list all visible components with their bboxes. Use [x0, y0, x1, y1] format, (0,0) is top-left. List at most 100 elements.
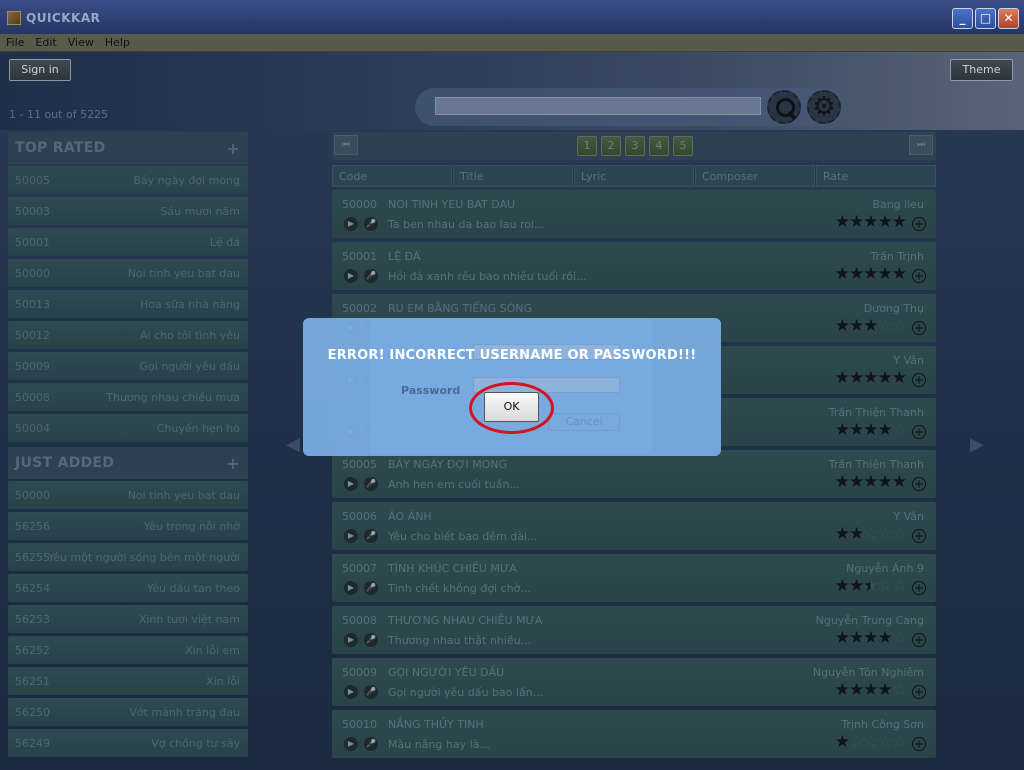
list-item[interactable]: 50004 Chuyến hẹn hò: [8, 414, 248, 442]
theme-button[interactable]: Theme: [950, 59, 1013, 81]
list-item[interactable]: 50012 Ai cho tôi tình yêu: [8, 321, 248, 349]
add-icon[interactable]: +: [912, 373, 926, 387]
mic-icon[interactable]: 🎤: [364, 685, 378, 699]
mic-icon[interactable]: 🎤: [364, 633, 378, 647]
next-arrow-icon[interactable]: ▶: [970, 434, 984, 455]
play-icon[interactable]: ▶: [344, 737, 358, 751]
mic-icon[interactable]: 🎤: [364, 477, 378, 491]
mic-icon[interactable]: 🎤: [364, 737, 378, 751]
add-icon[interactable]: +: [912, 321, 926, 335]
menu-help[interactable]: Help: [99, 34, 135, 49]
table-row[interactable]: 50005 Bảy ngày đợi mong Anh hen em cuối tu…: [332, 450, 936, 498]
rating-stars[interactable]: ★★★★★: [835, 369, 907, 387]
plus-icon[interactable]: +: [226, 454, 240, 473]
plus-icon[interactable]: +: [226, 139, 240, 158]
song-title: Lệ đá: [209, 236, 240, 249]
list-item[interactable]: 56251 Xin lỗi: [8, 667, 248, 695]
page-button[interactable]: 4: [649, 136, 669, 156]
list-item[interactable]: 50005 Bảy ngày đợi mong: [8, 166, 248, 194]
mic-icon[interactable]: 🎤: [364, 217, 378, 231]
mic-icon[interactable]: 🎤: [364, 269, 378, 283]
list-item[interactable]: 56255 Yêu một người sống bên một người: [8, 543, 248, 571]
rating-stars[interactable]: ★★★★★: [835, 213, 907, 231]
play-icon[interactable]: ▶: [344, 269, 358, 283]
play-icon[interactable]: ▶: [344, 633, 358, 647]
table-row[interactable]: 50000 Noi tinh yeu bat dau Ta ben nhau da …: [332, 190, 936, 238]
add-icon[interactable]: +: [912, 477, 926, 491]
prev-arrow-icon[interactable]: ◀: [286, 434, 300, 455]
menu-edit[interactable]: Edit: [29, 34, 61, 49]
list-item[interactable]: 56249 Vợ chồng tư sây: [8, 729, 248, 757]
play-icon[interactable]: ▶: [344, 581, 358, 595]
play-icon[interactable]: ▶: [344, 529, 358, 543]
rating-stars[interactable]: ★★☆☆☆: [835, 525, 907, 543]
gear-icon[interactable]: ⚙: [807, 90, 841, 124]
add-icon[interactable]: +: [912, 737, 926, 751]
list-item[interactable]: 50001 Lệ đá: [8, 228, 248, 256]
list-item[interactable]: 56256 Yêu trong nỗi nhớ: [8, 512, 248, 540]
list-item[interactable]: 50000 Noi tinh yeu bat dau: [8, 481, 248, 509]
maximize-button[interactable]: □: [975, 8, 996, 29]
column-lyric[interactable]: Lyric: [574, 165, 694, 187]
add-icon[interactable]: +: [912, 217, 926, 231]
song-title: Ảo ảnh: [388, 510, 432, 523]
rating-stars[interactable]: ★★★★★: [835, 473, 907, 491]
table-row[interactable]: 50007 Tình khúc chiều mưa Tình chết không …: [332, 554, 936, 602]
column-code[interactable]: Code: [332, 165, 452, 187]
table-row[interactable]: 50010 Nắng thủy tinh Màu nắng hay là... Trị…: [332, 710, 936, 758]
song-composer: Trần Thiện Thanh: [828, 406, 924, 419]
table-row[interactable]: 50008 Thương nhau chiều mưa Thương nhau th…: [332, 606, 936, 654]
list-item[interactable]: 50000 Noi tinh yeu bat dau: [8, 259, 248, 287]
mic-icon[interactable]: 🎤: [364, 529, 378, 543]
play-icon[interactable]: ▶: [344, 217, 358, 231]
cancel-button[interactable]: Cancel: [548, 413, 620, 431]
list-item[interactable]: 50009 Gọi người yêu dấu: [8, 352, 248, 380]
just-added-list: 50000 Noi tinh yeu bat dau 56256 Yêu trong …: [8, 481, 248, 757]
add-icon[interactable]: +: [912, 685, 926, 699]
mic-icon[interactable]: 🎤: [364, 581, 378, 595]
column-composer[interactable]: Composer: [695, 165, 815, 187]
table-row[interactable]: 50006 Ảo ảnh Yêu cho biết bao đêm dài... Y …: [332, 502, 936, 550]
list-item[interactable]: 50003 Sáu mươi năm: [8, 197, 248, 225]
list-item[interactable]: 50008 Thương nhau chiều mưa: [8, 383, 248, 411]
add-icon[interactable]: +: [912, 269, 926, 283]
minimize-button[interactable]: _: [952, 8, 973, 29]
column-rate[interactable]: Rate: [816, 165, 936, 187]
add-icon[interactable]: +: [912, 581, 926, 595]
page-button[interactable]: 5: [673, 136, 693, 156]
sign-in-button[interactable]: Sign in: [9, 59, 71, 81]
add-icon[interactable]: +: [912, 633, 926, 647]
ok-button[interactable]: OK: [484, 392, 539, 422]
rating-stars[interactable]: ★★★★☆: [835, 629, 907, 647]
first-page-icon[interactable]: ⏮: [334, 135, 358, 155]
rating-stars[interactable]: ★★★★★: [835, 265, 907, 283]
rating-stars[interactable]: ★★★☆☆: [835, 577, 907, 595]
last-page-icon[interactable]: ⏭: [909, 135, 933, 155]
rating-stars[interactable]: ★★★★☆: [835, 681, 907, 699]
table-row[interactable]: 50009 Gọi người yêu dấu Gọi người yêu dấu …: [332, 658, 936, 706]
table-row[interactable]: 50001 Lệ đá Hỏi đá xanh rêu bao nhiêu tuổi…: [332, 242, 936, 290]
search-icon[interactable]: [767, 90, 801, 124]
search-input[interactable]: [435, 97, 761, 115]
add-icon[interactable]: +: [912, 425, 926, 439]
list-item[interactable]: 56253 Xinh tươi việt nam: [8, 605, 248, 633]
column-title[interactable]: Title: [453, 165, 573, 187]
close-button[interactable]: ✕: [998, 8, 1019, 29]
play-icon[interactable]: ▶: [344, 477, 358, 491]
rating-stars[interactable]: ★★★☆☆: [835, 317, 907, 335]
rating-stars[interactable]: ★★★★☆: [835, 421, 907, 439]
app-title: QUICKKAR: [26, 11, 101, 25]
rating-stars[interactable]: ★☆☆☆☆: [835, 733, 907, 751]
menu-view[interactable]: View: [62, 34, 99, 49]
list-item[interactable]: 50013 Hoa sữa nhà nàng: [8, 290, 248, 318]
page-button[interactable]: 2: [601, 136, 621, 156]
add-icon[interactable]: +: [912, 529, 926, 543]
play-icon[interactable]: ▶: [344, 685, 358, 699]
list-item[interactable]: 56250 Vớt mảnh trăng đau: [8, 698, 248, 726]
list-item[interactable]: 56252 Xin lỗi em: [8, 636, 248, 664]
page-button[interactable]: 1: [577, 136, 597, 156]
page-button[interactable]: 3: [625, 136, 645, 156]
top-rated-header: TOP RATED +: [8, 132, 248, 164]
menu-file[interactable]: File: [0, 34, 29, 49]
list-item[interactable]: 56254 Yêu dấu tan theo: [8, 574, 248, 602]
